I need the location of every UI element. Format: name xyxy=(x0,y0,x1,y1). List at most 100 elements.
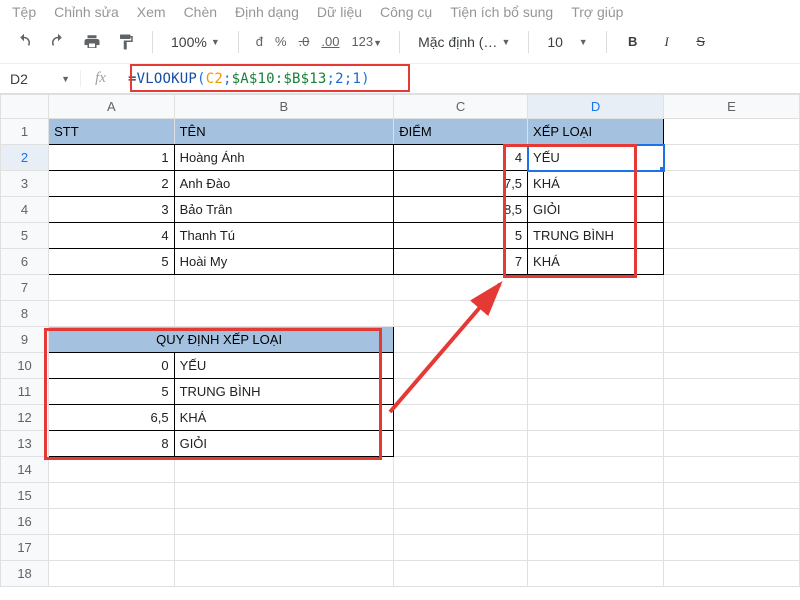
menu-item[interactable]: Định dạng xyxy=(235,4,299,16)
cell[interactable] xyxy=(664,119,800,145)
cell-diem[interactable]: 5 xyxy=(394,223,528,249)
column-header-c[interactable]: C xyxy=(394,95,528,119)
menu-item[interactable]: Chỉnh sửa xyxy=(54,4,119,16)
cell[interactable] xyxy=(528,301,664,327)
row-header[interactable]: 18 xyxy=(1,561,49,587)
increase-decimal-button[interactable]: .00 xyxy=(316,34,344,49)
cell[interactable] xyxy=(528,561,664,587)
menu-item[interactable]: Tệp xyxy=(12,4,36,16)
lookup-title[interactable]: QUY ĐỊNH XẾP LOẠI xyxy=(49,327,174,353)
cell[interactable] xyxy=(528,353,664,379)
row-header[interactable]: 8 xyxy=(1,301,49,327)
cell[interactable] xyxy=(49,301,174,327)
cell[interactable] xyxy=(664,353,800,379)
column-header-a[interactable]: A xyxy=(49,95,174,119)
spreadsheet-grid[interactable]: A B C D E 1STTTÊNĐIỂMXẾP LOẠI21Hoàng Ánh… xyxy=(0,94,800,587)
paint-format-button[interactable] xyxy=(112,28,140,56)
cell[interactable] xyxy=(664,561,800,587)
cell[interactable] xyxy=(174,561,394,587)
cell[interactable] xyxy=(394,405,528,431)
cell-stt[interactable]: 2 xyxy=(49,171,174,197)
row-header[interactable]: 13 xyxy=(1,431,49,457)
cell-diem[interactable]: 4 xyxy=(394,145,528,171)
cell[interactable] xyxy=(49,535,174,561)
cell[interactable] xyxy=(664,249,800,275)
cell-diem[interactable]: 7 xyxy=(394,249,528,275)
cell[interactable] xyxy=(528,509,664,535)
italic-button[interactable]: I xyxy=(653,28,681,56)
cell[interactable] xyxy=(394,353,528,379)
cell[interactable] xyxy=(528,379,664,405)
column-header-e[interactable]: E xyxy=(664,95,800,119)
cell[interactable] xyxy=(664,301,800,327)
formula-input[interactable]: =VLOOKUP(C2;$A$10:$B$13;2;1) xyxy=(120,71,800,87)
menu-item[interactable]: Công cụ xyxy=(380,4,432,16)
font-size-select[interactable]: 10 ▼ xyxy=(541,28,593,56)
cell-stt[interactable]: 1 xyxy=(49,145,174,171)
cell-ten[interactable]: Bảo Trân xyxy=(174,197,394,223)
cell[interactable] xyxy=(528,457,664,483)
cell[interactable] xyxy=(174,483,394,509)
menu-item[interactable]: Dữ liệu xyxy=(317,4,362,16)
cell-xeploai[interactable]: TRUNG BÌNH xyxy=(528,223,664,249)
cell-stt[interactable]: 3 xyxy=(49,197,174,223)
more-formats-button[interactable]: 123▼ xyxy=(346,34,387,49)
column-header-b[interactable]: B xyxy=(174,95,394,119)
cell[interactable] xyxy=(664,457,800,483)
lookup-label[interactable]: GIỎI xyxy=(174,431,394,457)
header-ten[interactable]: TÊN xyxy=(174,119,394,145)
cell[interactable] xyxy=(174,509,394,535)
header-stt[interactable]: STT xyxy=(49,119,174,145)
cell-stt[interactable]: 5 xyxy=(49,249,174,275)
lookup-threshold[interactable]: 8 xyxy=(49,431,174,457)
bold-button[interactable]: B xyxy=(619,28,647,56)
cell-xeploai[interactable]: GIỎI xyxy=(528,197,664,223)
row-header[interactable]: 14 xyxy=(1,457,49,483)
lookup-threshold[interactable]: 0 xyxy=(49,353,174,379)
cell-ten[interactable]: Hoài My xyxy=(174,249,394,275)
cell[interactable] xyxy=(49,457,174,483)
cell[interactable] xyxy=(174,535,394,561)
header-diem[interactable]: ĐIỂM xyxy=(394,119,528,145)
cell[interactable] xyxy=(394,561,528,587)
cell[interactable] xyxy=(174,275,394,301)
cell-ten[interactable]: Thanh Tú xyxy=(174,223,394,249)
cell[interactable] xyxy=(528,405,664,431)
cell-diem[interactable]: 7,5 xyxy=(394,171,528,197)
cell[interactable] xyxy=(394,327,528,353)
cell[interactable] xyxy=(664,145,800,171)
cell[interactable] xyxy=(528,327,664,353)
cell[interactable] xyxy=(664,327,800,353)
row-header[interactable]: 3 xyxy=(1,171,49,197)
font-family-select[interactable]: Mặc định (…▼ xyxy=(412,28,516,56)
cell[interactable] xyxy=(664,535,800,561)
strikethrough-button[interactable]: S xyxy=(687,28,715,56)
lookup-label[interactable]: KHÁ xyxy=(174,405,394,431)
cell[interactable] xyxy=(394,275,528,301)
cell[interactable] xyxy=(528,483,664,509)
cell[interactable] xyxy=(394,535,528,561)
cell-xeploai[interactable]: YẾU xyxy=(528,145,664,171)
cell-stt[interactable]: 4 xyxy=(49,223,174,249)
decrease-decimal-button[interactable]: .0 xyxy=(294,34,315,49)
cell-diem[interactable]: 8,5 xyxy=(394,197,528,223)
lookup-label[interactable]: YẾU xyxy=(174,353,394,379)
cell[interactable] xyxy=(49,483,174,509)
cell[interactable] xyxy=(664,431,800,457)
currency-button[interactable]: đ xyxy=(251,34,268,49)
percent-button[interactable]: % xyxy=(270,34,292,49)
cell-ten[interactable]: Anh Đào xyxy=(174,171,394,197)
cell[interactable] xyxy=(664,171,800,197)
lookup-label[interactable]: TRUNG BÌNH xyxy=(174,379,394,405)
cell[interactable] xyxy=(528,431,664,457)
row-header[interactable]: 5 xyxy=(1,223,49,249)
undo-button[interactable] xyxy=(10,28,38,56)
cell[interactable] xyxy=(174,301,394,327)
row-header[interactable]: 11 xyxy=(1,379,49,405)
cell[interactable] xyxy=(664,275,800,301)
row-header[interactable]: 2 xyxy=(1,145,49,171)
row-header[interactable]: 17 xyxy=(1,535,49,561)
row-header[interactable]: 10 xyxy=(1,353,49,379)
cell[interactable] xyxy=(664,379,800,405)
cell[interactable] xyxy=(664,405,800,431)
